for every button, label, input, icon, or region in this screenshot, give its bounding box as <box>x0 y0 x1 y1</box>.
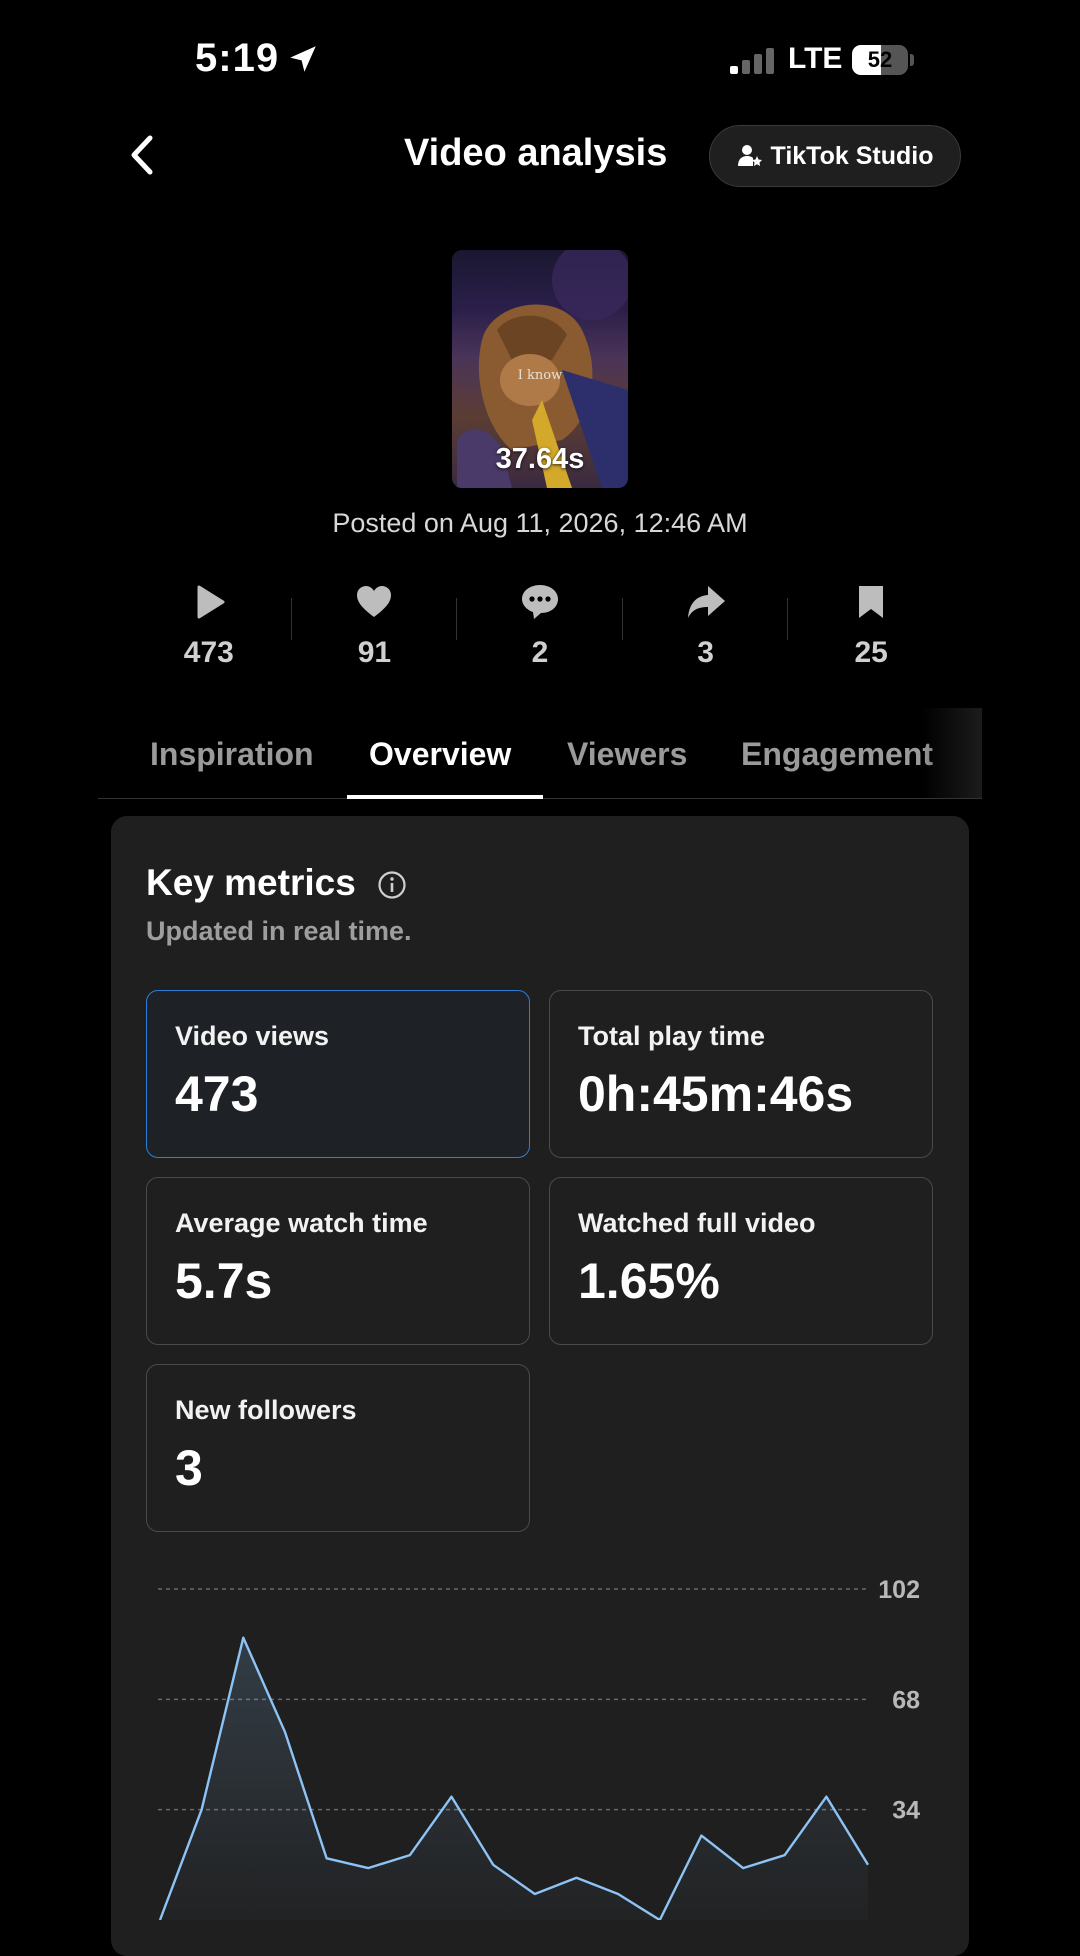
metric-value: 1.65% <box>578 1252 720 1310</box>
tabs-scroll-fade <box>922 708 982 798</box>
stat-comments: 2 <box>457 578 623 688</box>
stat-shares: 3 <box>623 578 789 688</box>
metric-label: New followers <box>175 1395 357 1426</box>
battery-icon: 52 <box>852 45 908 75</box>
video-stats: 473 91 2 3 25 <box>126 578 954 688</box>
key-metrics-subtitle: Updated in real time. <box>146 916 412 947</box>
analysis-tabs: Inspiration Overview Viewers Engagement <box>98 710 982 799</box>
stat-likes-value: 91 <box>292 636 458 670</box>
metric-value: 0h:45m:46s <box>578 1065 853 1123</box>
tiktok-studio-label: TikTok Studio <box>771 142 934 171</box>
stat-shares-value: 3 <box>623 636 789 670</box>
metric-value: 5.7s <box>175 1252 272 1310</box>
video-views-chart: 102 68 34 <box>0 1560 1080 1920</box>
metric-new-followers[interactable]: New followers 3 <box>146 1364 530 1532</box>
tab-overview[interactable]: Overview <box>369 736 511 773</box>
metric-total-play-time[interactable]: Total play time 0h:45m:46s <box>549 990 933 1158</box>
metric-label: Total play time <box>578 1021 765 1052</box>
info-icon[interactable] <box>377 870 407 900</box>
stat-comments-value: 2 <box>457 636 623 670</box>
tab-viewers[interactable]: Viewers <box>567 736 687 773</box>
metric-label: Watched full video <box>578 1208 816 1239</box>
chart-area <box>160 1638 868 1920</box>
comment-icon <box>520 582 560 622</box>
tab-engagement[interactable]: Engagement <box>741 736 933 773</box>
metric-value: 473 <box>175 1065 258 1123</box>
chart-y-tick-label: 68 <box>892 1686 920 1714</box>
heart-icon <box>354 582 394 622</box>
chart-y-tick-label: 102 <box>878 1576 920 1604</box>
thumbnail-caption: I know <box>452 368 628 383</box>
key-metrics-title: Key metrics <box>146 862 356 904</box>
active-tab-indicator <box>347 795 543 799</box>
signal-icon <box>730 46 776 74</box>
status-time: 5:19 <box>195 36 279 81</box>
share-icon <box>686 582 726 622</box>
stat-views: 473 <box>126 578 292 688</box>
page-title: Video analysis <box>404 132 667 175</box>
metric-watched-full-video[interactable]: Watched full video 1.65% <box>549 1177 933 1345</box>
metric-label: Average watch time <box>175 1208 428 1239</box>
stat-views-value: 473 <box>126 636 292 670</box>
battery-tip <box>910 54 914 66</box>
chart-y-tick-label: 34 <box>892 1797 920 1825</box>
posted-date: Posted on Aug 11, 2026, 12:46 AM <box>0 508 1080 539</box>
video-duration: 37.64s <box>452 443 628 476</box>
stat-likes: 91 <box>292 578 458 688</box>
chevron-left-icon[interactable] <box>118 130 168 180</box>
status-bar: 5:19 LTE 52 <box>0 0 1080 120</box>
play-icon <box>189 582 229 622</box>
metric-label: Video views <box>175 1021 329 1052</box>
stat-saves: 25 <box>788 578 954 688</box>
network-type: LTE <box>788 42 842 76</box>
metric-value: 3 <box>175 1439 203 1497</box>
person-star-icon <box>737 143 763 169</box>
stat-saves-value: 25 <box>788 636 954 670</box>
tiktok-studio-button[interactable]: TikTok Studio <box>709 125 961 187</box>
metric-average-watch-time[interactable]: Average watch time 5.7s <box>146 1177 530 1345</box>
battery-level: 52 <box>852 45 908 75</box>
location-arrow-icon <box>286 42 320 76</box>
bookmark-icon <box>851 582 891 622</box>
tab-inspiration[interactable]: Inspiration <box>150 736 314 773</box>
video-thumbnail[interactable]: I know 37.64s <box>452 250 628 488</box>
metric-video-views[interactable]: Video views 473 <box>146 990 530 1158</box>
